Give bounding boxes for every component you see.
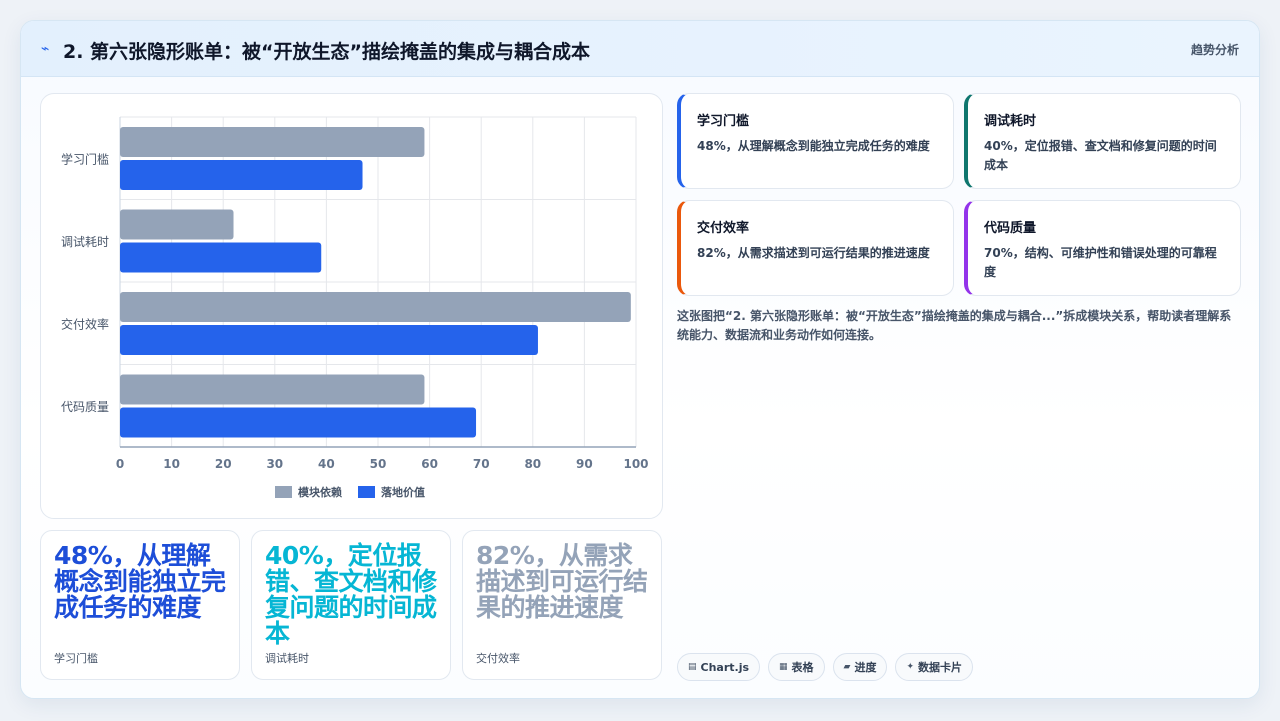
bar-landing-value — [120, 325, 538, 355]
info-card-quality: 代码质量 70%，结构、可维护性和错误处理的可靠程度 — [964, 200, 1241, 296]
metric-value: 48%，从理解概念到能独立完成任务的难度 — [54, 541, 226, 622]
info-card-title: 调试耗时 — [984, 114, 1037, 129]
chip-table[interactable]: ▦ 表格 — [768, 653, 825, 681]
slide-frame: ⌁ 2. 第六张隐形账单：被“开放生态”描绘掩盖的集成与耦合成本 趋势分析 0 1… — [20, 20, 1260, 699]
metric-caption: 交付效率 — [476, 652, 520, 665]
x-tick-label: 20 — [215, 457, 232, 471]
metric-card-debugging: 40%，定位报错、查文档和修复问题的时间成本 调试耗时 — [251, 530, 451, 680]
bar-module-dependency — [120, 292, 631, 322]
trend-icon: ⌁ — [41, 41, 50, 57]
chip-label: 数据卡片 — [918, 661, 963, 674]
metric-card-delivery: 82%，从需求描述到可运行结果的推进速度 交付效率 — [462, 530, 662, 680]
chip-chartjs[interactable]: ▤ Chart.js — [677, 653, 761, 681]
y-tick-label: 学习门槛 — [61, 151, 109, 166]
info-card-desc: 48%，从理解概念到能独立完成任务的难度 — [697, 139, 930, 153]
metric-value: 82%，从需求描述到可运行结果的推进速度 — [476, 541, 648, 622]
legend-swatch — [358, 486, 375, 498]
metric-caption: 学习门槛 — [54, 652, 98, 665]
info-card-title: 交付效率 — [697, 221, 750, 236]
x-tick-label: 30 — [266, 457, 283, 471]
legend-label: 落地价值 — [381, 485, 425, 499]
feature-chips: ▤ Chart.js ▦ 表格 ▰ 进度 ✦ 数据卡片 — [677, 653, 974, 681]
y-tick-label: 交付效率 — [61, 316, 109, 331]
x-tick-label: 10 — [163, 457, 180, 471]
bar-chart: 0 10 20 30 40 50 60 70 80 90 100 学习门槛调试耗时交付效率代码质量模块… — [61, 116, 649, 499]
chart-icon: ▤ — [688, 662, 697, 672]
legend-swatch — [275, 486, 292, 498]
bar-module-dependency — [120, 127, 425, 157]
y-tick-label: 代码质量 — [61, 400, 109, 414]
progress-icon: ▰ — [843, 662, 851, 672]
info-card-debugging: 调试耗时 40%，定位报错、查文档和修复问题的时间成本 — [964, 93, 1241, 189]
x-tick-label: 60 — [421, 457, 438, 471]
chip-label: Chart.js — [700, 660, 750, 674]
x-tick-label: 70 — [473, 457, 490, 471]
x-tick-label: 0 — [116, 457, 124, 471]
bar-module-dependency — [120, 374, 425, 405]
info-card-desc: 70%，结构、可维护性和错误处理的可靠程度 — [984, 246, 1217, 279]
table-icon: ▦ — [779, 662, 788, 672]
y-tick-label: 调试耗时 — [61, 234, 109, 249]
x-tick-label: 40 — [318, 457, 335, 471]
info-card-delivery: 交付效率 82%，从需求描述到可运行结果的推进速度 — [677, 200, 954, 296]
info-card-title: 代码质量 — [984, 221, 1037, 236]
sparkle-icon: ✦ — [906, 662, 915, 672]
bar-landing-value — [120, 407, 477, 438]
x-tick-label: 80 — [524, 457, 541, 471]
x-tick-label: 100 — [623, 457, 648, 471]
bar-landing-value — [120, 242, 322, 273]
chip-label: 表格 — [791, 661, 814, 674]
info-card-desc: 40%，定位报错、查文档和修复问题的时间成本 — [984, 139, 1217, 172]
bar-module-dependency — [120, 209, 234, 240]
x-tick-label: 50 — [370, 457, 387, 471]
metric-value: 40%，定位报错、查文档和修复问题的时间成本 — [265, 541, 437, 648]
chart-card: 0 10 20 30 40 50 60 70 80 90 100 学习门槛调试耗时交付效率代码质量模块… — [40, 93, 663, 519]
info-card-desc: 82%，从需求描述到可运行结果的推进速度 — [697, 246, 930, 260]
header-tag: 趋势分析 — [1190, 43, 1239, 57]
chip-progress[interactable]: ▰ 进度 — [832, 653, 888, 681]
chip-label: 进度 — [854, 661, 877, 674]
x-tick-label: 90 — [576, 457, 593, 471]
bar-landing-value — [120, 160, 363, 190]
chart-description: 这张图把“2. 第六张隐形账单：被“开放生态”描绘掩盖的集成与耦合...”拆成模… — [677, 309, 1232, 342]
legend-label: 模块依赖 — [298, 485, 342, 499]
chip-data-cards[interactable]: ✦ 数据卡片 — [895, 653, 974, 681]
metric-caption: 调试耗时 — [265, 652, 309, 665]
info-card-title: 学习门槛 — [697, 114, 750, 129]
metric-card-learning: 48%，从理解概念到能独立完成任务的难度 学习门槛 — [40, 530, 240, 680]
slide-header: ⌁ 2. 第六张隐形账单：被“开放生态”描绘掩盖的集成与耦合成本 趋势分析 — [21, 21, 1259, 77]
page-title: 2. 第六张隐形账单：被“开放生态”描绘掩盖的集成与耦合成本 — [63, 41, 591, 63]
info-card-learning: 学习门槛 48%，从理解概念到能独立完成任务的难度 — [677, 93, 954, 189]
